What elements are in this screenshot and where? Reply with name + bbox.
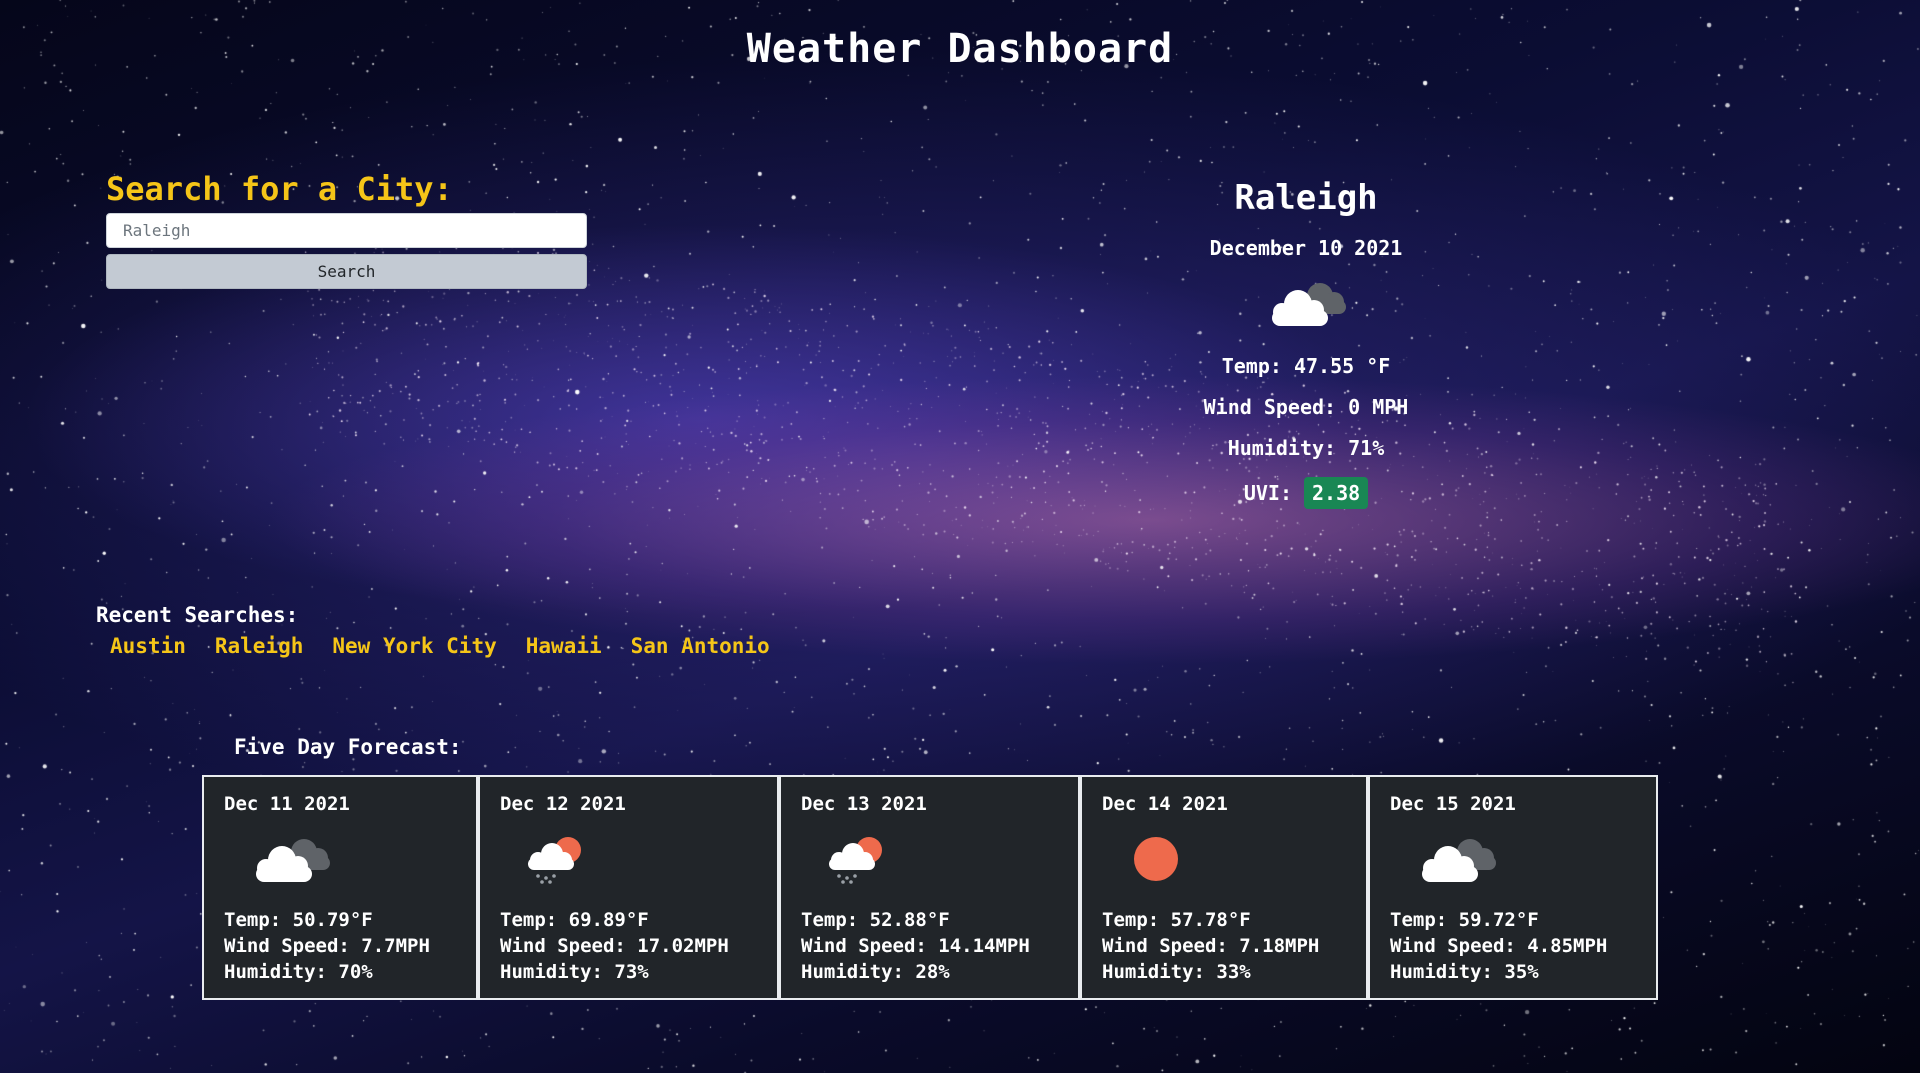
cloudy-icon bbox=[1150, 276, 1462, 336]
forecast-temp: Temp: 59.72°F bbox=[1390, 909, 1539, 931]
current-temp: Temp: 47.55 °F bbox=[1221, 354, 1391, 378]
current-date: December 10 2021 bbox=[1209, 236, 1403, 260]
recent-search-item[interactable]: Austin bbox=[110, 634, 186, 658]
city-search-input[interactable] bbox=[106, 213, 587, 248]
recent-searches-list: Austin Raleigh New York City Hawaii San … bbox=[110, 634, 770, 658]
uvi-label: UVI: bbox=[1243, 481, 1292, 505]
forecast-card: Dec 13 2021 Temp: 52.88°F Wind Speed: 14… bbox=[779, 775, 1080, 1000]
rain-sun-icon bbox=[819, 829, 1058, 887]
forecast-temp: Temp: 57.78°F bbox=[1102, 909, 1251, 931]
forecast-humidity: Humidity: 33% bbox=[1102, 961, 1251, 983]
search-button[interactable]: Search bbox=[106, 254, 587, 289]
forecast-date: Dec 15 2021 bbox=[1390, 793, 1516, 815]
search-heading: Search for a City: bbox=[106, 170, 453, 208]
forecast-card: Dec 12 2021 Temp: 69.89°F Wind Speed: 17… bbox=[478, 775, 779, 1000]
current-weather: Raleigh December 10 2021 Temp: 47.55 °F … bbox=[1150, 178, 1462, 509]
forecast-date: Dec 12 2021 bbox=[500, 793, 626, 815]
forecast-humidity: Humidity: 73% bbox=[500, 961, 649, 983]
forecast-wind: Wind Speed: 14.14MPH bbox=[801, 935, 1030, 957]
cloudy-icon bbox=[1408, 829, 1636, 887]
forecast-date: Dec 11 2021 bbox=[224, 793, 350, 815]
forecast-date: Dec 14 2021 bbox=[1102, 793, 1228, 815]
forecast-wind: Wind Speed: 17.02MPH bbox=[500, 935, 729, 957]
forecast-wind: Wind Speed: 7.7MPH bbox=[224, 935, 430, 957]
forecast-wind: Wind Speed: 4.85MPH bbox=[1390, 935, 1608, 957]
forecast-card: Dec 11 2021 Temp: 50.79°F Wind Speed: 7.… bbox=[202, 775, 478, 1000]
forecast-humidity: Humidity: 28% bbox=[801, 961, 950, 983]
current-wind: Wind Speed: 0 MPH bbox=[1203, 395, 1409, 419]
forecast-temp: Temp: 52.88°F bbox=[801, 909, 950, 931]
page-title: Weather Dashboard bbox=[746, 26, 1174, 72]
uvi-row: UVI: 2.38 bbox=[1150, 477, 1462, 509]
cloudy-icon bbox=[242, 829, 456, 887]
forecast-date: Dec 13 2021 bbox=[801, 793, 927, 815]
five-day-forecast: Dec 11 2021 Temp: 50.79°F Wind Speed: 7.… bbox=[202, 775, 1658, 1000]
forecast-humidity: Humidity: 35% bbox=[1390, 961, 1539, 983]
recent-search-item[interactable]: San Antonio bbox=[631, 634, 770, 658]
rain-sun-icon bbox=[518, 829, 757, 887]
forecast-temp: Temp: 50.79°F bbox=[224, 909, 373, 931]
uvi-badge: 2.38 bbox=[1304, 477, 1369, 509]
recent-search-item[interactable]: Hawaii bbox=[526, 634, 602, 658]
forecast-humidity: Humidity: 70% bbox=[224, 961, 373, 983]
recent-search-item[interactable]: Raleigh bbox=[215, 634, 304, 658]
forecast-wind: Wind Speed: 7.18MPH bbox=[1102, 935, 1320, 957]
forecast-card: Dec 15 2021 Temp: 59.72°F Wind Speed: 4.… bbox=[1368, 775, 1658, 1000]
current-city: Raleigh bbox=[1234, 178, 1378, 218]
recent-searches-label: Recent Searches: bbox=[96, 603, 299, 627]
forecast-temp: Temp: 69.89°F bbox=[500, 909, 649, 931]
forecast-card: Dec 14 2021 Temp: 57.78°F Wind Speed: 7.… bbox=[1080, 775, 1368, 1000]
forecast-label: Five Day Forecast: bbox=[234, 735, 462, 759]
sun-icon bbox=[1120, 829, 1346, 887]
current-humidity: Humidity: 71% bbox=[1227, 436, 1385, 460]
recent-search-item[interactable]: New York City bbox=[332, 634, 496, 658]
